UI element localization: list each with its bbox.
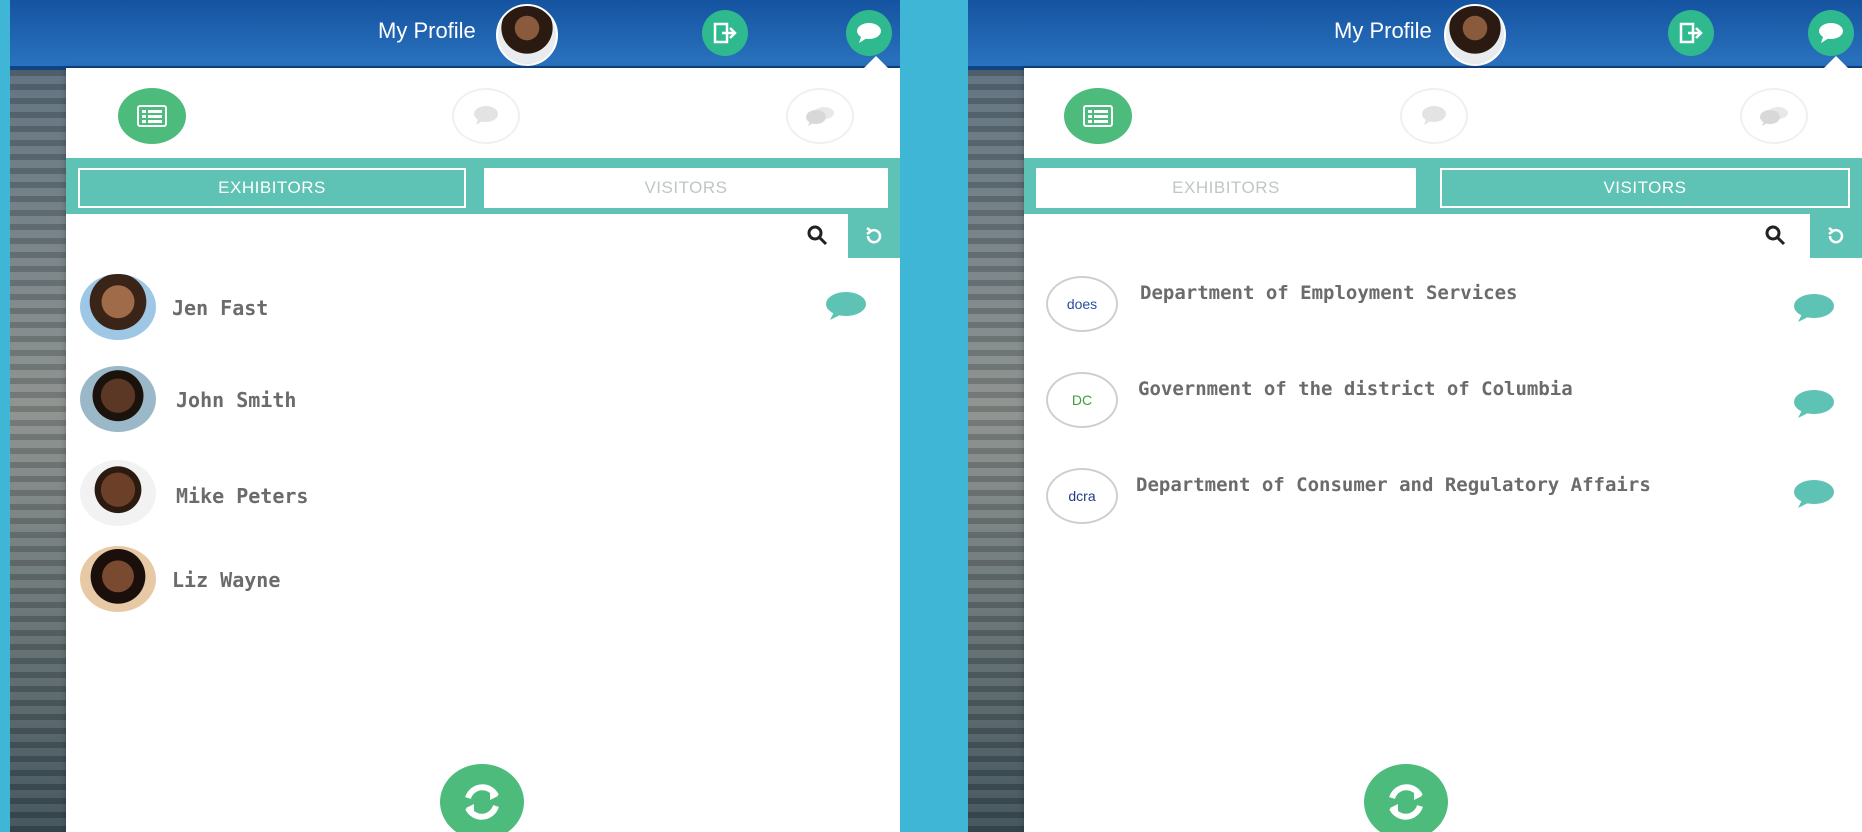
logout-icon[interactable] (1668, 10, 1714, 56)
tab-visitors[interactable]: VISITORS (484, 168, 888, 208)
search-input[interactable] (66, 214, 836, 258)
person-name: Mike Peters (176, 484, 309, 508)
undo-icon (866, 227, 882, 244)
reset-search-button[interactable] (848, 214, 900, 258)
list-item[interactable]: does Department of Employment Services (1024, 264, 1862, 354)
chat-bubble-icon[interactable] (1792, 292, 1836, 324)
list-item[interactable]: Jen Fast (66, 264, 900, 354)
group-chat-icon[interactable] (1740, 88, 1808, 144)
my-profile-label[interactable]: My Profile (1334, 18, 1432, 44)
mode-switcher (1024, 68, 1862, 158)
refresh-button[interactable] (440, 764, 524, 832)
organization-logo: does (1046, 276, 1118, 332)
tab-bar: EXHIBITORS VISITORS (1024, 158, 1862, 214)
single-chat-icon[interactable] (452, 88, 520, 144)
chat-bubble-icon[interactable] (1792, 478, 1836, 510)
chat-bubble-icon[interactable] (824, 290, 868, 322)
avatar (80, 274, 156, 340)
person-name: John Smith (176, 388, 297, 412)
person-name: Jen Fast (172, 296, 269, 320)
organization-name: Department of Employment Services (1140, 282, 1518, 304)
group-chat-icon[interactable] (786, 88, 854, 144)
tab-exhibitors[interactable]: EXHIBITORS (78, 168, 466, 208)
undo-icon (1828, 227, 1844, 244)
avatar (80, 366, 156, 432)
right-screen: My Profile EXHIBITORS VISITORS does Depa… (968, 0, 1862, 832)
organization-name: Government of the district of Columbia (1138, 378, 1573, 400)
left-screen: My Profile EXHIBITORS VISITORS Jen Fast … (10, 0, 900, 832)
reset-search-button[interactable] (1810, 214, 1862, 258)
tab-visitors[interactable]: VISITORS (1440, 168, 1850, 208)
search-row (66, 214, 900, 260)
list-item[interactable]: Liz Wayne (66, 542, 900, 632)
profile-avatar[interactable] (1444, 4, 1506, 66)
profile-avatar[interactable] (496, 4, 558, 66)
refresh-button[interactable] (1364, 764, 1448, 832)
list-item[interactable]: Mike Peters (66, 450, 900, 540)
logout-icon[interactable] (702, 10, 748, 56)
tab-bar: EXHIBITORS VISITORS (66, 158, 900, 214)
search-icon[interactable] (806, 224, 830, 248)
organization-name: Department of Consumer and Regulatory Af… (1136, 474, 1651, 496)
list-item[interactable]: dcra Department of Consumer and Regulato… (1024, 456, 1862, 546)
list-item[interactable]: DC Government of the district of Columbi… (1024, 360, 1862, 450)
mode-switcher (66, 68, 900, 158)
search-row (1024, 214, 1862, 260)
avatar (80, 460, 156, 526)
refresh-icon (465, 784, 499, 820)
list-item[interactable]: John Smith (66, 356, 900, 446)
chat-bubble-icon[interactable] (1792, 388, 1836, 420)
my-profile-label[interactable]: My Profile (378, 18, 476, 44)
refresh-icon (1389, 784, 1423, 820)
chat-panel: EXHIBITORS VISITORS Jen Fast John Smith (66, 56, 900, 832)
list-mode-icon[interactable] (1064, 88, 1132, 144)
person-name: Liz Wayne (172, 568, 281, 592)
tab-exhibitors[interactable]: EXHIBITORS (1036, 168, 1416, 208)
organization-logo: DC (1046, 372, 1118, 428)
list-mode-icon[interactable] (118, 88, 186, 144)
top-bar: My Profile (10, 0, 900, 66)
chat-icon[interactable] (846, 10, 892, 56)
search-input[interactable] (1024, 214, 1798, 258)
organization-logo: dcra (1046, 468, 1118, 524)
single-chat-icon[interactable] (1400, 88, 1468, 144)
chat-panel: EXHIBITORS VISITORS does Department of E… (1024, 56, 1862, 832)
chat-icon[interactable] (1808, 10, 1854, 56)
top-bar: My Profile (968, 0, 1862, 66)
avatar (80, 546, 156, 612)
search-icon[interactable] (1764, 224, 1788, 248)
